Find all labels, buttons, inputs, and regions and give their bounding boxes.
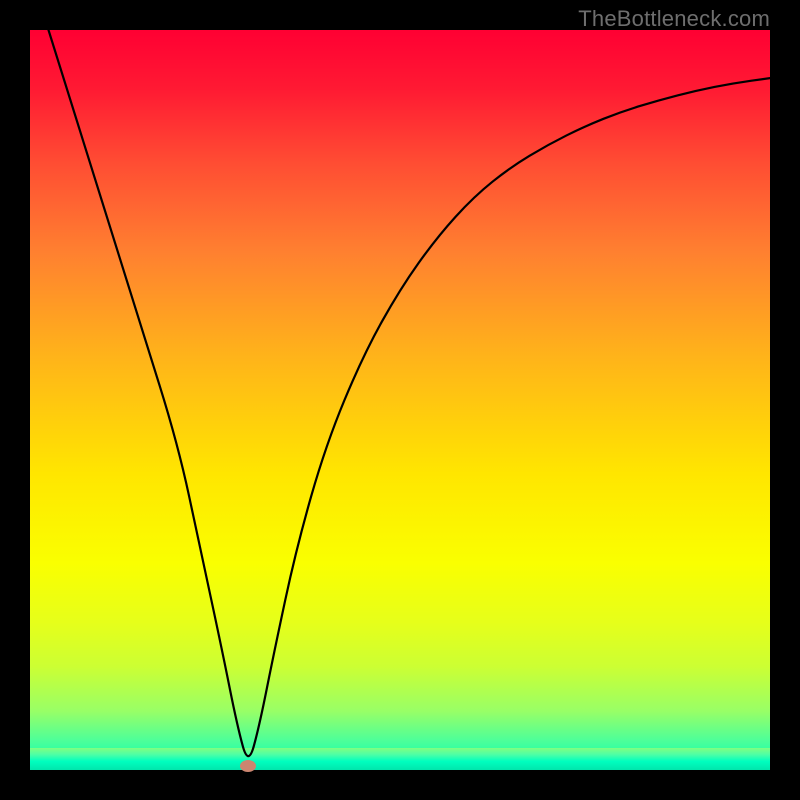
chart-frame: TheBottleneck.com [0, 0, 800, 800]
watermark-label: TheBottleneck.com [578, 6, 770, 32]
plot-area [30, 30, 770, 770]
optimum-point [240, 760, 256, 772]
bottleneck-curve [30, 30, 770, 756]
curve-layer [30, 30, 770, 770]
